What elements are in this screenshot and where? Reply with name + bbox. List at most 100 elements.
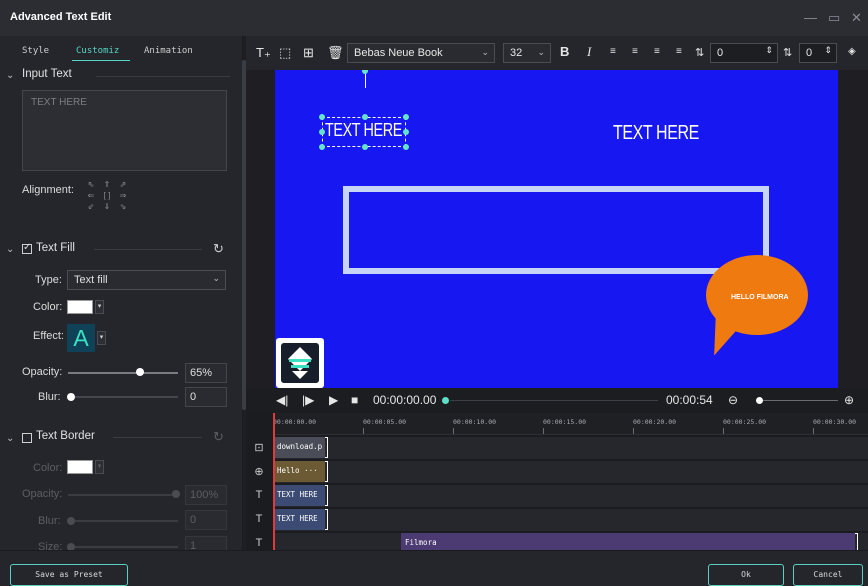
maximize-icon[interactable]: ▭: [828, 10, 840, 26]
color-dropdown-icon[interactable]: ▾: [95, 460, 104, 474]
timeline-ruler[interactable]: 00:00:00.00 00:00:05.00 00:00:10.00 00:0…: [273, 413, 868, 435]
align-bottom-left-icon[interactable]: ⇙: [84, 202, 98, 211]
speech-bubble-text[interactable]: HELLO FILMORA: [731, 294, 789, 301]
rotation-handle[interactable]: [362, 70, 368, 74]
collapse-chevron-icon[interactable]: ⌄: [6, 244, 14, 255]
clip-text[interactable]: TEXT HERE: [273, 485, 325, 506]
track-row[interactable]: TEXT HERE: [273, 509, 868, 531]
prev-frame-icon[interactable]: ◀|: [276, 393, 288, 407]
clip-text[interactable]: TEXT HERE: [273, 509, 325, 530]
align-right-icon[interactable]: ⇒: [116, 191, 130, 200]
ok-button[interactable]: Ok: [708, 564, 784, 586]
clip-trim-handle[interactable]: [325, 461, 328, 482]
minimize-icon[interactable]: —: [804, 10, 817, 25]
border-blur-slider-track[interactable]: [75, 520, 178, 522]
resize-handle[interactable]: [403, 144, 409, 150]
panel-scrollbar[interactable]: [242, 60, 246, 410]
track-row[interactable]: download.p: [273, 437, 868, 459]
opacity-value[interactable]: 65%: [185, 363, 227, 383]
stepper-icon[interactable]: ⇕: [765, 45, 773, 56]
align-center-icon[interactable]: [ ]: [100, 191, 114, 200]
canvas-text[interactable]: TEXT HERE: [613, 122, 699, 145]
align-center-icon[interactable]: ≡: [632, 46, 638, 57]
effect-preview[interactable]: A: [67, 324, 95, 352]
stop-icon[interactable]: ■: [351, 393, 358, 407]
zoom-in-icon[interactable]: ⊕: [844, 393, 854, 407]
close-icon[interactable]: ✕: [851, 10, 862, 26]
zoom-out-icon[interactable]: ⊖: [728, 393, 738, 407]
align-left-icon[interactable]: ⇐: [84, 191, 98, 200]
align-bottom-icon[interactable]: ⇓: [100, 202, 114, 211]
add-text-icon[interactable]: T₊: [256, 45, 271, 61]
playback-track[interactable]: [450, 400, 658, 401]
resize-handle[interactable]: [403, 114, 409, 120]
blur-value[interactable]: 0: [185, 387, 227, 407]
border-size-slider-track[interactable]: [75, 546, 178, 548]
tab-customize[interactable]: Customiz: [76, 46, 119, 56]
clip-image[interactable]: download.p: [273, 437, 325, 458]
opacity-slider-track[interactable]: [68, 372, 178, 374]
effect-dropdown-icon[interactable]: ▾: [97, 331, 106, 345]
play-icon[interactable]: ▶: [329, 393, 338, 407]
add-shape-icon[interactable]: ⊞: [303, 45, 314, 61]
save-preset-button[interactable]: Save as Preset: [10, 564, 128, 586]
alignment-grid[interactable]: ⇖ ⇑ ⇗ ⇐ [ ] ⇒ ⇙ ⇓ ⇘: [84, 180, 128, 211]
stepper-icon[interactable]: ⇕: [824, 45, 832, 56]
align-bottom-right-icon[interactable]: ⇘: [116, 202, 130, 211]
font-dropdown[interactable]: Bebas Neue Book ⌄: [347, 43, 495, 63]
reset-icon[interactable]: ↻: [213, 429, 224, 445]
clip-bubble[interactable]: Hello ···: [273, 461, 325, 482]
clip-trim-handle[interactable]: [325, 485, 328, 506]
tab-style[interactable]: Style: [22, 46, 49, 56]
border-blur-slider-thumb[interactable]: [67, 517, 75, 525]
resize-handle[interactable]: [362, 144, 368, 150]
canvas-text-selected[interactable]: TEXT HERE: [325, 120, 402, 141]
text-input[interactable]: TEXT HERE: [22, 90, 227, 171]
text-fill-checkbox[interactable]: [22, 242, 32, 254]
playhead-dot[interactable]: [442, 397, 449, 404]
track-row[interactable]: Filmora: [273, 533, 868, 550]
opacity-slider-thumb[interactable]: [135, 368, 144, 376]
align-left-icon[interactable]: ≡: [610, 46, 616, 57]
clip-trim-handle[interactable]: [325, 509, 328, 530]
align-top-icon[interactable]: ⇑: [100, 180, 114, 189]
char-spacing-input[interactable]: 0 ⇕: [710, 43, 778, 63]
border-size-value[interactable]: 1: [185, 536, 227, 550]
resize-handle[interactable]: [319, 144, 325, 150]
align-top-right-icon[interactable]: ⇗: [116, 180, 130, 189]
border-opacity-slider-thumb[interactable]: [172, 490, 180, 498]
resize-handle[interactable]: [403, 129, 409, 135]
type-dropdown[interactable]: Text fill ⌄: [67, 270, 226, 290]
border-color-swatch[interactable]: [67, 460, 93, 474]
track-row[interactable]: Hello ···: [273, 461, 868, 483]
bold-button[interactable]: B: [560, 44, 569, 59]
more-options-icon[interactable]: ◈: [848, 46, 856, 57]
track-row[interactable]: TEXT HERE: [273, 485, 868, 507]
timeline-playhead[interactable]: [273, 413, 275, 550]
align-justify-icon[interactable]: ≡: [676, 46, 682, 57]
tab-animation[interactable]: Animation: [144, 46, 193, 56]
text-box-icon[interactable]: ⬚: [279, 45, 291, 61]
preview-canvas[interactable]: TEXT HERE TEXT HERE HELLO FILMORA: [275, 70, 838, 388]
blur-slider-thumb[interactable]: [67, 393, 75, 401]
delete-icon[interactable]: 🗑: [327, 45, 344, 61]
border-opacity-slider-track[interactable]: [68, 494, 178, 496]
line-spacing-input[interactable]: 0 ⇕: [799, 43, 837, 63]
reset-icon[interactable]: ↻: [213, 241, 224, 257]
collapse-chevron-icon[interactable]: ⌄: [6, 433, 14, 444]
border-blur-value[interactable]: 0: [185, 510, 227, 530]
italic-button[interactable]: I: [587, 44, 591, 60]
color-dropdown-icon[interactable]: ▾: [95, 300, 104, 314]
clip-trim-handle[interactable]: [325, 437, 328, 458]
size-dropdown[interactable]: 32 ⌄: [503, 43, 551, 63]
collapse-chevron-icon[interactable]: ⌄: [6, 70, 14, 81]
blur-slider-track[interactable]: [75, 396, 178, 398]
zoom-slider-thumb[interactable]: [756, 397, 763, 404]
clip-filmora[interactable]: Filmora: [401, 533, 855, 550]
rectangle-shape[interactable]: [343, 186, 769, 274]
border-size-slider-thumb[interactable]: [67, 543, 75, 550]
fill-color-swatch[interactable]: [67, 300, 93, 314]
clip-trim-handle[interactable]: [855, 533, 858, 550]
cancel-button[interactable]: Cancel: [793, 564, 863, 586]
border-opacity-value[interactable]: 100%: [185, 485, 227, 505]
